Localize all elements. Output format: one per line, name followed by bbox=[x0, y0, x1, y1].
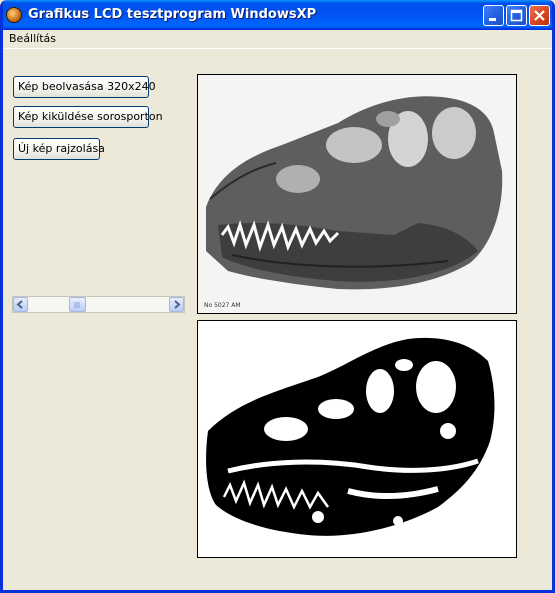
maximize-icon bbox=[510, 9, 523, 22]
application-window: Grafikus LCD tesztprogram WindowsXP Beál… bbox=[0, 0, 555, 593]
menu-bar: Beállítás bbox=[3, 30, 552, 49]
scroll-left-button[interactable] bbox=[13, 297, 28, 312]
chevron-left-icon bbox=[16, 300, 23, 309]
close-icon bbox=[534, 10, 545, 21]
scroll-right-button[interactable] bbox=[169, 297, 184, 312]
minimize-button[interactable] bbox=[483, 5, 504, 26]
send-serial-button[interactable]: Kép kiküldése sorosporton bbox=[13, 106, 163, 128]
maximize-button[interactable] bbox=[506, 5, 527, 26]
title-bar[interactable]: Grafikus LCD tesztprogram WindowsXP bbox=[3, 0, 552, 30]
draw-new-image-button[interactable]: Új kép rajzolása bbox=[13, 138, 105, 160]
grip-icon bbox=[74, 302, 80, 308]
horizontal-scrollbar[interactable] bbox=[12, 296, 185, 313]
t-rex-skull-monochrome-icon bbox=[198, 321, 516, 557]
menu-item-beallitas[interactable]: Beállítás bbox=[9, 32, 56, 45]
chevron-right-icon bbox=[174, 300, 181, 309]
scroll-thumb[interactable] bbox=[68, 297, 86, 312]
svg-text:No 5027 AM: No 5027 AM bbox=[204, 302, 241, 309]
original-image-frame: No 5027 AM bbox=[197, 74, 517, 314]
load-image-button[interactable]: Kép beolvasása 320x240 bbox=[13, 76, 156, 98]
minimize-icon bbox=[489, 18, 496, 21]
app-icon[interactable] bbox=[6, 7, 22, 23]
converted-image-frame bbox=[197, 320, 517, 558]
close-button[interactable] bbox=[529, 5, 550, 26]
t-rex-skull-photo-icon: No 5027 AM bbox=[198, 75, 516, 313]
window-title: Grafikus LCD tesztprogram WindowsXP bbox=[28, 7, 317, 22]
